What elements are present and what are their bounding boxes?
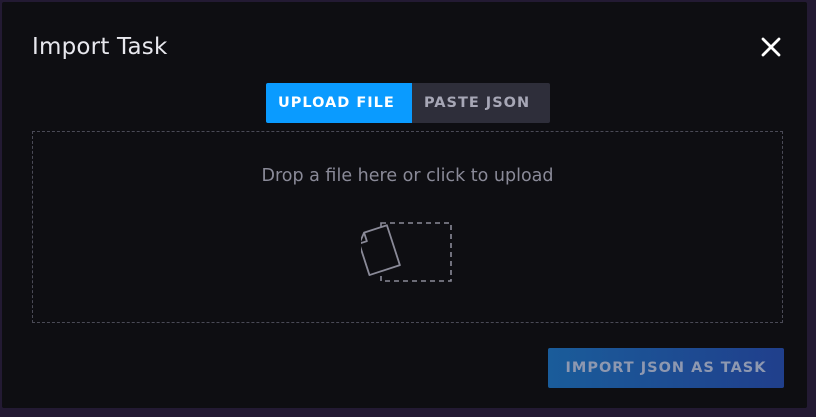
import-mode-tabs: UPLOAD FILE PASTE JSON xyxy=(266,83,550,123)
import-task-modal: Import Task UPLOAD FILE PASTE JSON Drop … xyxy=(2,2,807,408)
dropzone-label: Drop a file here or click to upload xyxy=(261,166,554,186)
modal-title: Import Task xyxy=(32,34,168,60)
file-dropzone[interactable]: Drop a file here or click to upload xyxy=(32,131,783,323)
file-upload-icon xyxy=(358,208,457,288)
tab-upload-file[interactable]: UPLOAD FILE xyxy=(266,83,412,123)
tab-paste-json[interactable]: PASTE JSON xyxy=(412,83,550,123)
import-json-as-task-button[interactable]: IMPORT JSON AS TASK xyxy=(548,348,784,388)
close-icon[interactable] xyxy=(759,35,783,59)
